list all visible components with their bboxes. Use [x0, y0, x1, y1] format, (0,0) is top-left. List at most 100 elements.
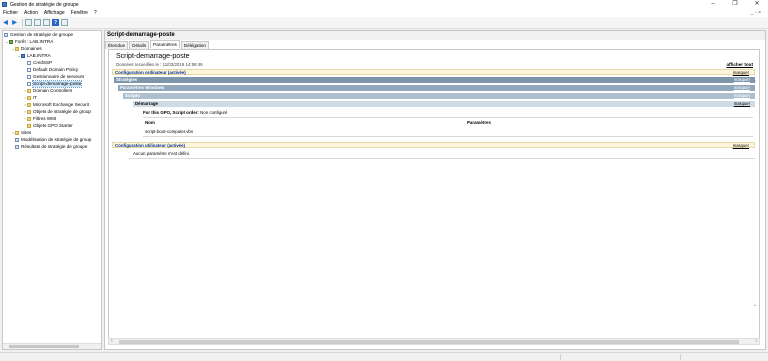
report-title: Script-demarrage-poste	[116, 53, 190, 60]
app-icon	[2, 2, 7, 7]
tree-domains[interactable]: ⌄ Domaines	[11, 46, 42, 52]
gpo-link-icon	[27, 75, 31, 79]
menu-window[interactable]: Fenêtre	[71, 10, 88, 16]
no-settings-text: Aucun paramètre n'est défini.	[133, 151, 190, 156]
hide-link[interactable]: masquer	[734, 101, 750, 107]
scripts-header[interactable]: Scripts masquer	[123, 93, 755, 99]
scrollbar-thumb[interactable]	[9, 345, 79, 348]
tab-strip: Étendue Détails Paramètres Délégation	[105, 40, 210, 49]
tree-modelisation[interactable]: Modélisation de stratégie de group	[15, 137, 91, 143]
scrollbar-thumb[interactable]	[119, 340, 739, 344]
hide-link[interactable]: masquer	[734, 85, 750, 91]
folder-icon	[15, 47, 19, 51]
report-vertical-scroll[interactable]: ⌃ ⌄	[753, 80, 758, 310]
settings-report: Script-demarrage-poste Données recueilli…	[108, 49, 760, 339]
user-config-header[interactable]: Configuration utilisateur (activée) masq…	[112, 142, 755, 148]
show-all-link[interactable]: afficher tout	[726, 62, 753, 67]
tree-item-gpo-objects[interactable]: › Objets de stratégie de group	[23, 109, 91, 115]
tree-item-gestionnaire-serveurs[interactable]: Gestionnaire de serveurs	[27, 74, 84, 80]
tree-root[interactable]: Gestion de stratégie de groupe	[4, 32, 73, 38]
properties-icon[interactable]	[34, 19, 41, 26]
report-horizontal-scrollbar[interactable]: ‹ ›	[108, 338, 760, 345]
folder-icon	[27, 110, 31, 114]
tree-horizontal-scrollbar[interactable]	[3, 343, 101, 349]
close-button[interactable]: ✕	[746, 0, 768, 9]
status-segment	[680, 354, 681, 360]
tree-sites[interactable]: › Sites	[11, 130, 31, 136]
column-parameters: Paramètres	[467, 120, 491, 125]
minimize-button[interactable]: –	[702, 0, 724, 9]
tree-item-script-demarrage-poste[interactable]: Script-demarrage-poste	[27, 80, 83, 88]
scroll-down-icon[interactable]: ⌄	[753, 302, 757, 308]
tab-scope[interactable]: Étendue	[105, 41, 129, 49]
divider	[143, 117, 753, 118]
refresh-icon[interactable]	[43, 19, 50, 26]
toolbar-separator	[22, 18, 23, 27]
gpo-link-icon	[27, 61, 31, 65]
back-arrow-icon[interactable]: ◀	[2, 19, 9, 26]
folder-icon	[27, 117, 31, 121]
forward-arrow-icon[interactable]: ▶	[11, 19, 18, 26]
script-name: script-boot-computer.vbs	[145, 129, 194, 134]
tree-item-credssp[interactable]: CredSSP	[27, 60, 52, 66]
collected-date: Données recueillies le : 11/03/2019 14:5…	[116, 62, 203, 67]
mdi-controls[interactable]: _ ▫ ×	[751, 9, 761, 17]
tree-domain[interactable]: ⌄ LAB.INTRA	[17, 53, 51, 59]
divider	[129, 158, 755, 159]
scroll-up-icon[interactable]: ⌃	[753, 80, 757, 86]
script-order-value: Non configuré	[200, 110, 228, 115]
help-icon[interactable]: ?	[52, 19, 59, 26]
computer-config-header[interactable]: Configuration ordinateur (activée) masqu…	[112, 69, 755, 75]
results-icon	[15, 145, 19, 149]
folder-icon	[27, 124, 31, 128]
scroll-right-icon[interactable]: ›	[755, 338, 757, 344]
tab-settings[interactable]: Paramètres	[150, 40, 180, 48]
gpo-link-icon	[27, 82, 31, 86]
pane-title: Script-demarrage-poste	[107, 32, 175, 38]
hide-link[interactable]: masquer	[733, 70, 749, 76]
ou-folder-icon	[27, 89, 31, 93]
policies-header[interactable]: Stratégies masquer	[114, 77, 755, 83]
menu-help[interactable]: ?	[94, 10, 97, 16]
script-order-label: For this GPO, Script order:	[143, 110, 199, 115]
domain-icon	[21, 54, 25, 58]
menu-bar: Fichier Action Affichage Fenêtre ? _ ▫ ×	[0, 9, 768, 17]
gpo-link-icon	[27, 68, 31, 72]
console-icon[interactable]	[61, 19, 68, 26]
window-controls: – ❐ ✕	[702, 0, 768, 9]
menu-file[interactable]: Fichier	[3, 10, 18, 16]
title-bar: Gestion de stratégie de groupe – ❐ ✕	[0, 0, 768, 9]
tree-forest[interactable]: ⌄ Forêt : LAB.INTRA	[5, 39, 53, 45]
ou-folder-icon	[27, 103, 31, 107]
tree-item-default-domain-policy[interactable]: Default Domain Policy	[27, 67, 78, 73]
gpmc-icon	[4, 33, 8, 37]
script-order-row: For this GPO, Script order: Non configur…	[143, 110, 227, 115]
tree-item-domain-controllers[interactable]: › Domain Controllers	[23, 88, 72, 94]
details-pane: Script-demarrage-poste Étendue Détails P…	[104, 30, 766, 350]
tab-delegation[interactable]: Délégation	[180, 41, 209, 49]
hide-link[interactable]: masquer	[734, 77, 750, 83]
tree-item-exchange-security[interactable]: › Microsoft Exchange Securit	[23, 102, 89, 108]
tree-resultats[interactable]: Résultats de stratégie de groupe	[15, 144, 87, 150]
toolbar: ◀ ▶ ?	[0, 17, 768, 29]
menu-action[interactable]: Action	[24, 10, 38, 16]
window-title: Gestion de stratégie de groupe	[10, 1, 79, 8]
status-segment	[560, 354, 561, 360]
startup-header[interactable]: Démarrage masquer	[133, 101, 755, 107]
tab-details[interactable]: Détails	[129, 41, 150, 49]
scroll-left-icon[interactable]: ‹	[111, 338, 113, 344]
modeling-icon	[15, 138, 19, 142]
hide-link[interactable]: masquer	[734, 93, 750, 99]
ou-folder-icon	[27, 96, 31, 100]
tree-item-starter-gpos[interactable]: Objets GPO Starter	[27, 123, 73, 129]
console-tree: Gestion de stratégie de groupe ⌄ Forêt :…	[2, 30, 102, 350]
windows-settings-header[interactable]: Paramètres Windows masquer	[118, 85, 755, 91]
show-tree-icon[interactable]	[25, 19, 32, 26]
sites-icon	[15, 131, 19, 135]
maximize-button[interactable]: ❐	[724, 0, 746, 9]
tree-item-it[interactable]: › IT	[23, 95, 37, 101]
tree-item-wmi-filters[interactable]: › Filtres WMI	[23, 116, 56, 122]
hide-link[interactable]: masquer	[733, 143, 749, 149]
column-name: Nom	[145, 120, 155, 125]
menu-view[interactable]: Affichage	[44, 10, 65, 16]
